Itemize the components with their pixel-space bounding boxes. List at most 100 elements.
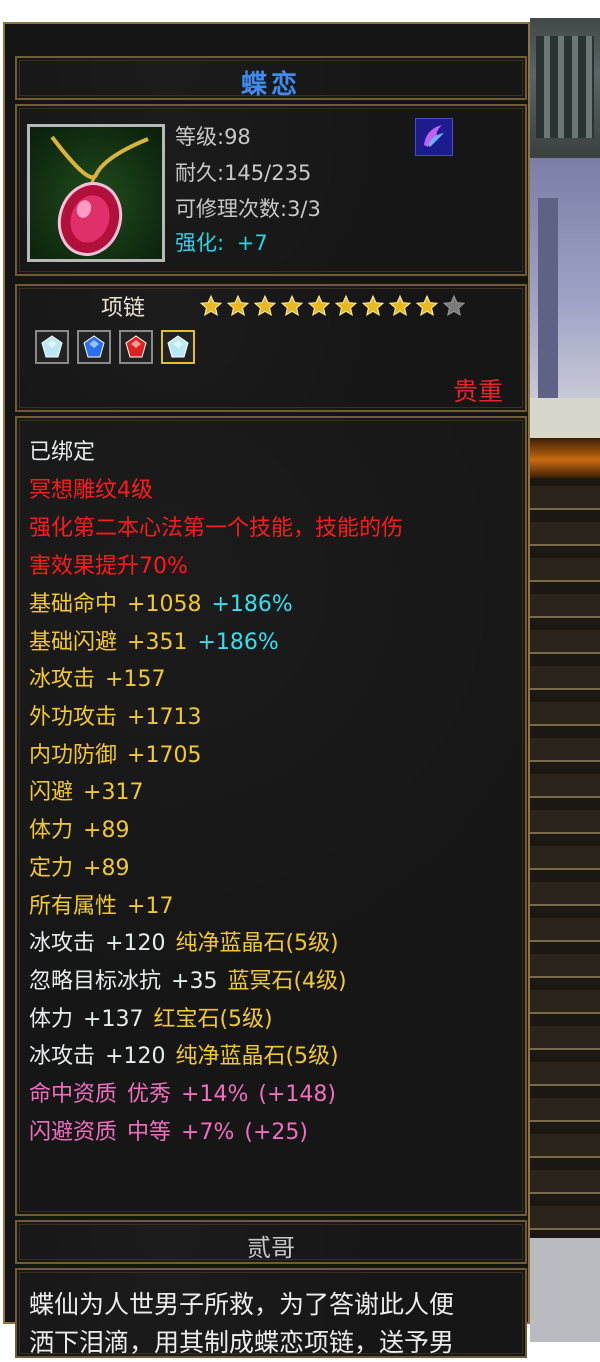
gem-attribute-line: 冰攻击 +120 纯净蓝晶石(5级): [29, 929, 349, 959]
star-filled-icon: [334, 294, 358, 317]
gem-attribute-line: 忽略目标冰抗 +35 蓝冥石(4级): [29, 967, 357, 997]
attribute-line: 定力 +89: [29, 854, 139, 884]
star-filled-icon: [388, 294, 412, 317]
gem-attr-value: +137: [83, 1007, 144, 1032]
gem-attr-name: 忽略目标冰抗: [29, 969, 162, 994]
item-name: 蝶恋: [240, 70, 301, 100]
star-filled-icon: [253, 294, 277, 317]
quality-name: 闪避资质: [29, 1120, 118, 1145]
gem-attribute-line: 体力 +137 红宝石(5级): [29, 1005, 283, 1035]
gem-name: 纯净蓝晶石(5级): [175, 1044, 339, 1069]
gem-attr-name: 冰攻击: [29, 1044, 96, 1069]
attr-value: +1713: [127, 705, 202, 730]
stone-wall: [530, 1238, 600, 1342]
attr-bonus: +186%: [211, 592, 293, 617]
star-filled-icon: [415, 294, 439, 317]
engraving: 冥想雕纹4级: [29, 478, 153, 503]
attribute-line: 体力 +89: [29, 816, 139, 846]
gem-attr-name: 体力: [29, 1007, 74, 1032]
roof-tiles: [530, 18, 600, 158]
item-type-section: 项链 贵重: [15, 284, 527, 412]
quality-value: +14%: [181, 1082, 249, 1107]
attr-name: 外功攻击: [29, 705, 118, 730]
attr-value: +17: [127, 894, 174, 919]
attr-name: 基础命中: [29, 592, 118, 617]
quality-extra: (+25): [244, 1120, 308, 1145]
owner-section: 贰哥: [15, 1220, 527, 1264]
star-filled-icon: [307, 294, 331, 317]
attr-value: +89: [83, 818, 130, 843]
gem-name: 纯净蓝晶石(5级): [175, 931, 339, 956]
gem-attribute-line: 冰攻击 +120 纯净蓝晶石(5级): [29, 1042, 349, 1072]
gem-attr-value: +35: [171, 969, 218, 994]
effect-line-1: 强化第二本心法第一个技能，技能的伤: [29, 516, 404, 541]
star-filled-icon: [226, 294, 250, 317]
blue-crystal-gem-icon[interactable]: [77, 330, 111, 364]
item-description-section: 已绑定 冥想雕纹4级 强化第二本心法第一个技能，技能的伤 害效果提升70% 基础…: [15, 416, 527, 1216]
gem-attr-value: +120: [105, 931, 166, 956]
quality-grade: 中等: [127, 1120, 172, 1145]
attribute-line: 所有属性 +17: [29, 892, 183, 922]
star-filled-icon: [199, 294, 223, 317]
item-type: 项链: [101, 296, 146, 321]
gem-name: 红宝石(5级): [153, 1007, 273, 1032]
pink-gem-necklace-icon: [27, 124, 165, 262]
quality-line: 命中资质 优秀 +14% (+148): [29, 1080, 346, 1110]
owner-name: 贰哥: [247, 1234, 295, 1262]
star-empty-icon: [442, 294, 466, 317]
attr-name: 闪避: [29, 780, 74, 805]
star-filled-icon: [280, 294, 304, 317]
gem-attr-name: 冰攻击: [29, 931, 96, 956]
lantern-glow: [530, 438, 600, 478]
attr-name: 体力: [29, 818, 74, 843]
star-rating: [199, 294, 466, 318]
bound-status: 已绑定: [29, 440, 96, 465]
attr-value: +157: [105, 667, 166, 692]
purple-wing-skill-icon[interactable]: [415, 118, 453, 156]
lore-text: 蝶仙为人世男子所救，为了答谢此人便 洒下泪滴，用其制成蝶恋项链，送予男: [29, 1290, 455, 1357]
attr-name: 内功防御: [29, 743, 118, 768]
gem-attr-value: +120: [105, 1044, 166, 1069]
quality-value: +7%: [181, 1120, 235, 1145]
stone-floor: [530, 398, 600, 438]
title-bar: 蝶恋: [15, 56, 527, 100]
effect-line-2: 害效果提升70%: [29, 554, 188, 579]
white-crystal-gem-icon[interactable]: [35, 330, 69, 364]
attr-value: +317: [83, 780, 144, 805]
gem-name: 蓝冥石(4级): [227, 969, 347, 994]
attr-name: 定力: [29, 856, 74, 881]
attribute-line: 基础闪避 +351 +186%: [29, 628, 289, 658]
item-tooltip: 蝶恋 等级:98 耐久:145/235 可修理次数:3/3 强化: +7 项链 …: [3, 22, 530, 1358]
attr-value: +1705: [127, 743, 202, 768]
item-info-section: 等级:98 耐久:145/235 可修理次数:3/3 强化: +7: [15, 104, 527, 276]
attribute-line: 冰攻击 +157: [29, 665, 175, 695]
enhance-label: 强化:: [175, 231, 225, 255]
red-ruby-gem-icon[interactable]: [119, 330, 153, 364]
attr-value: +351: [127, 630, 188, 655]
attribute-line: 外功攻击 +1713: [29, 703, 211, 733]
game-scene-background: [530, 18, 600, 1342]
quality-grade: 优秀: [127, 1082, 172, 1107]
attribute-line: 闪避 +317: [29, 778, 153, 808]
item-repairs: 可修理次数:3/3: [175, 197, 321, 221]
attr-name: 冰攻击: [29, 667, 96, 692]
palace-hall: [530, 158, 600, 398]
attr-name: 基础闪避: [29, 630, 118, 655]
attr-value: +89: [83, 856, 130, 881]
enhance-value: +7: [236, 231, 268, 255]
star-filled-icon: [361, 294, 385, 317]
lore-section: 蝶仙为人世男子所救，为了答谢此人便 洒下泪滴，用其制成蝶恋项链，送予男: [15, 1268, 527, 1358]
quality-line: 闪避资质 中等 +7% (+25): [29, 1118, 318, 1148]
attribute-line: 内功防御 +1705: [29, 741, 211, 771]
item-enhance: 强化: +7: [175, 230, 268, 256]
item-level: 等级:98: [175, 125, 251, 149]
gem-sockets: [35, 330, 195, 364]
attr-name: 所有属性: [29, 894, 118, 919]
quality-name: 命中资质: [29, 1082, 118, 1107]
rarity-label: 贵重: [452, 377, 503, 406]
attr-value: +1058: [127, 592, 202, 617]
white-crystal-gem-icon[interactable]: [161, 330, 195, 364]
item-durability: 耐久:145/235: [175, 161, 312, 185]
quality-extra: (+148): [258, 1082, 336, 1107]
attr-bonus: +186%: [197, 630, 279, 655]
